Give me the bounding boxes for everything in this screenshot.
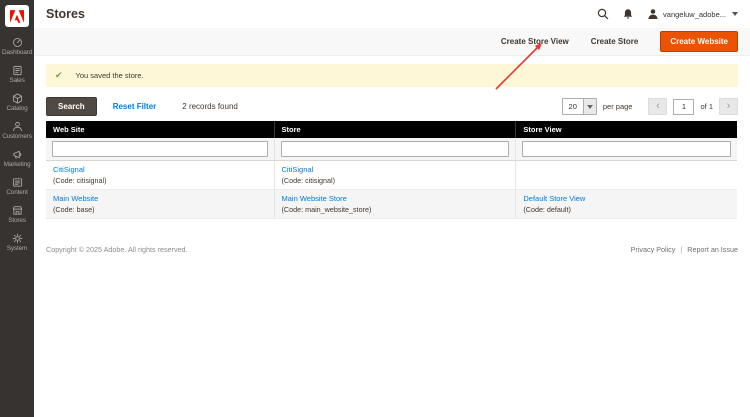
store-view-filter-input[interactable] [522,141,731,157]
sales-icon [0,65,34,76]
pagination: 20 per page ‹ of 1 › [561,98,738,115]
create-website-button[interactable]: Create Website [660,31,738,52]
copyright-text: Copyright © 2025 Adobe. All rights reser… [46,245,188,254]
search-icon[interactable] [597,8,609,20]
store-link[interactable]: CitiSignal [282,165,314,174]
search-button[interactable]: Search [46,97,97,116]
grid-controls: Search Reset Filter 2 records found 20 p… [46,97,738,116]
select-caret-icon [582,99,596,114]
username-label: vangeluw_adobe... [663,9,726,19]
catalog-icon [0,93,34,104]
customers-icon [0,121,34,132]
admin-sidebar: Dashboard Sales Catalog Customers Market… [0,0,34,417]
page-of-label: of 1 [700,102,713,111]
user-icon [648,9,658,19]
column-header-web-site[interactable]: Web Site [46,121,275,138]
adobe-logo-mark [10,9,24,23]
previous-page-button[interactable]: ‹ [648,98,668,115]
checkmark-icon: ✔ [55,70,63,80]
stores-grid: Web Site Store Store View CitiSignal (Co… [46,121,737,219]
reset-filter-link[interactable]: Reset Filter [113,102,157,111]
website-code: (Code: citisignal) [53,176,107,185]
stores-icon [0,205,34,216]
main-content: Stores vangeluw_adobe... Create Store Vi… [34,0,750,254]
user-menu[interactable]: vangeluw_adobe... [647,8,738,20]
sidebar-item-sales[interactable]: Sales [0,61,34,89]
column-header-store[interactable]: Store [273,121,516,138]
next-page-button[interactable]: › [719,98,738,115]
sidebar-item-system[interactable]: System [0,229,34,257]
content-icon [0,177,34,188]
page-number-input[interactable] [673,98,695,115]
bell-icon[interactable] [622,8,634,20]
caret-down-icon [732,12,738,16]
sidebar-item-dashboard[interactable]: Dashboard [0,33,34,61]
adobe-logo[interactable] [5,5,29,27]
page-footer: Copyright © 2025 Adobe. All rights reser… [46,245,738,254]
sidebar-item-content[interactable]: Content [0,173,34,201]
store-filter-input[interactable] [280,141,510,157]
success-message: ✔ You saved the store. [46,64,738,87]
header-actions: vangeluw_adobe... [597,8,738,20]
website-link[interactable]: Main Website [53,194,98,203]
column-header-store-view[interactable]: Store View [515,121,737,138]
sidebar-item-marketing[interactable]: Marketing [0,145,34,173]
table-row: CitiSignal (Code: citisignal) CitiSignal… [46,160,737,190]
records-found-label: 2 records found [182,102,238,111]
store-view-link[interactable]: Default Store View [523,194,585,203]
per-page-label: per page [602,102,633,111]
page-title: Stores [46,7,85,21]
privacy-policy-link[interactable]: Privacy Policy [631,245,676,254]
per-page-select[interactable]: 20 [561,98,597,115]
store-code: (Code: citisignal) [281,176,336,185]
store-code: (Code: main_website_store) [281,205,372,214]
system-icon [0,233,34,244]
website-code: (Code: base) [53,205,95,214]
website-link[interactable]: CitiSignal [53,165,85,174]
store-view-code: (Code: default) [523,205,571,214]
sidebar-item-customers[interactable]: Customers [0,117,34,145]
page-header: Stores vangeluw_adobe... [34,0,750,28]
dashboard-icon [0,37,34,48]
sidebar-item-catalog[interactable]: Catalog [0,89,34,117]
footer-separator: | [680,245,683,254]
grid-filter-row [46,138,737,161]
grid-header-row: Web Site Store Store View [46,121,737,138]
report-issue-link[interactable]: Report an Issue [687,245,738,254]
footer-links: Privacy Policy | Report an Issue [631,245,738,254]
table-row: Main Website (Code: base) Main Website S… [46,189,737,219]
page-actions-toolbar: Create Store View Create Store Create We… [34,28,750,56]
create-store-view-button[interactable]: Create Store View [501,37,569,46]
success-message-text: You saved the store. [75,71,144,80]
create-store-button[interactable]: Create Store [591,37,639,46]
web-site-filter-input[interactable] [52,141,268,157]
marketing-icon [0,149,34,160]
store-link[interactable]: Main Website Store [282,194,347,203]
sidebar-item-stores[interactable]: Stores [0,201,34,229]
per-page-value: 20 [568,102,577,111]
